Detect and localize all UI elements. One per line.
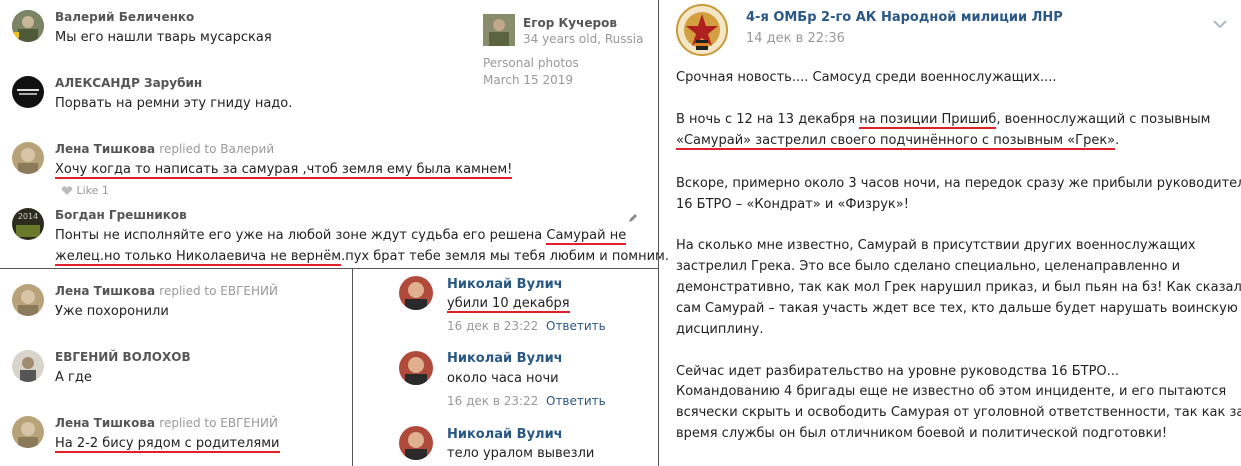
post-paragraph: На сколько мне известно, Самурай в прису…: [676, 238, 1196, 253]
comment-author[interactable]: Лена Тишкова replied to ЕВГЕНИЙ: [55, 284, 278, 298]
comment-text: Порвать на ремни эту гниду надо.: [55, 96, 293, 111]
comment-author[interactable]: Николай Вулич: [447, 427, 563, 442]
profile-photo[interactable]: [483, 14, 515, 46]
comment-text: А где: [55, 370, 92, 385]
avatar[interactable]: [12, 10, 44, 42]
avatar[interactable]: [12, 76, 44, 108]
comment-author[interactable]: АЛЕКСАНДР Зарубин: [55, 76, 202, 90]
avatar[interactable]: [12, 284, 44, 316]
svg-text:2014: 2014: [18, 212, 38, 221]
post-paragraph: В ночь с 12 на 13 декабря на позиции При…: [676, 112, 1211, 129]
edit-icon[interactable]: [627, 209, 639, 222]
reply-button[interactable]: Ответить: [546, 319, 606, 333]
comment-text: Понты не исполняйте его уже на любой зон…: [55, 228, 627, 245]
reply-to-label[interactable]: replied to Валерий: [159, 142, 274, 156]
avatar[interactable]: [12, 142, 44, 174]
comment-author[interactable]: Лена Тишкова replied to Валерий: [55, 142, 274, 156]
divider: [0, 268, 658, 269]
comment-author[interactable]: Николай Вулич: [447, 351, 563, 366]
profile-name[interactable]: Егор Кучеров: [523, 16, 617, 30]
avatar[interactable]: [399, 276, 433, 310]
avatar[interactable]: [399, 351, 433, 385]
divider: [658, 0, 659, 466]
profile-info: 34 years old, Russia: [523, 32, 644, 46]
post-paragraph: всячески скрыть и освободить Самурая от …: [676, 405, 1241, 420]
post-paragraph: время службы он был отличником боевой и …: [676, 426, 1168, 441]
reply-to-label[interactable]: replied to ЕВГЕНИЙ: [159, 284, 278, 298]
like-counter[interactable]: Like 1: [61, 184, 109, 197]
divider: [352, 268, 353, 466]
heart-icon: [61, 186, 73, 196]
group-avatar[interactable]: [676, 4, 728, 56]
post-paragraph: застрелил Грека. Это все было сделано сп…: [676, 259, 1181, 274]
post-paragraph: Срочная новость.... Самосуд среди военно…: [676, 70, 1057, 85]
comment-text: На 2-2 бису рядом с родителями: [55, 436, 280, 453]
post-date[interactable]: 14 дек в 22:36: [746, 31, 845, 46]
comment-author[interactable]: Валерий Беличенко: [55, 10, 194, 24]
comment-text: тело уралом вывезли: [447, 446, 595, 461]
comment-text: Уже похоронили: [55, 304, 169, 319]
comment-text: Хочу когда то написать за самурая ,чтоб …: [55, 162, 513, 179]
comment-author[interactable]: Лена Тишкова replied to ЕВГЕНИЙ: [55, 416, 278, 430]
post-paragraph: Сейчас идет разбирательство на уровне ру…: [676, 364, 1120, 379]
comment-author[interactable]: ЕВГЕНИЙ ВОЛОХОВ: [55, 350, 191, 364]
photos-date: March 15 2019: [483, 73, 574, 87]
comment-text: убили 10 декабря: [447, 296, 570, 313]
comment-text: Мы его нашли тварь мусарская: [55, 30, 272, 45]
group-name[interactable]: 4-я ОМБр 2-го АК Народной милиции ЛНР: [746, 10, 1063, 25]
avatar[interactable]: [12, 350, 44, 382]
comment-text: желец.но только Николаевича не вернём.пу…: [55, 249, 669, 266]
comment-author[interactable]: Николай Вулич: [447, 277, 563, 292]
avatar[interactable]: [399, 426, 433, 460]
reply-button[interactable]: Ответить: [546, 394, 606, 408]
post-paragraph: 16 БТРО – «Кондрат» и «Физрук»!: [676, 197, 909, 212]
post-paragraph: Вскоре, примерно около 3 часов ночи, на …: [676, 176, 1241, 191]
photos-label[interactable]: Personal photos: [483, 56, 579, 70]
avatar[interactable]: [12, 416, 44, 448]
post-paragraph: демонстративно, так как мол Грек нарушил…: [676, 280, 1241, 295]
chevron-down-icon[interactable]: [1212, 14, 1228, 29]
post-paragraph: «Самурай» застрелил своего подчинённого …: [676, 133, 1120, 150]
comment-text: около часа ночи: [447, 371, 559, 386]
avatar[interactable]: 2014: [12, 208, 44, 240]
comment-date: 16 дек в 23:22: [447, 319, 539, 333]
reply-to-label[interactable]: replied to ЕВГЕНИЙ: [159, 416, 278, 430]
comment-author[interactable]: Богдан Грешников: [55, 208, 187, 222]
comment-date: 16 дек в 23:22: [447, 394, 539, 408]
post-paragraph: сам Самурай – такая участь ждет все тех,…: [676, 301, 1238, 316]
post-paragraph: Командованию 4 бригады еще не известно о…: [676, 384, 1227, 399]
post-paragraph: дисциплину.: [676, 322, 764, 337]
